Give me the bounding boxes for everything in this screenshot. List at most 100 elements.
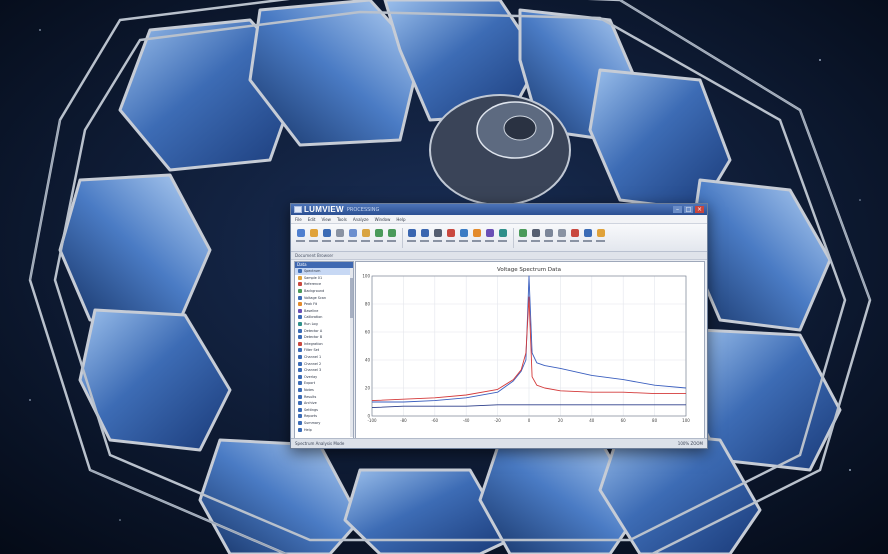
x-tick-label: 0	[528, 418, 531, 423]
help-button[interactable]	[595, 228, 606, 247]
fit-button[interactable]	[471, 228, 482, 247]
cut-button[interactable]	[334, 228, 345, 247]
dataset-icon	[298, 269, 302, 274]
data-tree-item[interactable]: Settings	[295, 406, 353, 413]
toolbar-button-label	[433, 240, 442, 242]
print-button[interactable]	[530, 228, 541, 247]
menu-analyze[interactable]: Analyze	[353, 217, 369, 222]
data-tree-item[interactable]: Integration	[295, 341, 353, 348]
data-tree-item[interactable]: Background	[295, 288, 353, 295]
zoom-out-icon	[420, 229, 429, 237]
paste-icon	[361, 229, 370, 237]
data-tree-item-label: Background	[304, 289, 325, 294]
table-icon	[583, 229, 592, 237]
close-button[interactable]: ×	[695, 206, 704, 213]
dataset-icon	[298, 427, 302, 432]
spectrum-chart[interactable]: Voltage Spectrum Data -100 -80 -60 -40 -20 0 20…	[356, 262, 704, 438]
print-icon	[531, 229, 540, 237]
data-tree-item[interactable]: Help	[295, 426, 353, 433]
zoom-in-button[interactable]	[406, 228, 417, 247]
data-tree-item-label: Help	[304, 427, 312, 432]
dataset-icon	[298, 355, 302, 360]
spectrum-app-window: LUMVIEW PROCESSING – □ × File Edit View …	[290, 203, 708, 449]
menu-file[interactable]: File	[295, 217, 302, 222]
data-tree-item[interactable]: Filter Set	[295, 347, 353, 354]
data-tree-item[interactable]: Results	[295, 393, 353, 400]
data-tree-item[interactable]: Calibration	[295, 314, 353, 321]
new-button[interactable]	[295, 228, 306, 247]
copy-button[interactable]	[347, 228, 358, 247]
data-tree-item-label: Results	[304, 394, 317, 399]
data-tree-item[interactable]: Reference	[295, 281, 353, 288]
data-tree-item-label: Overlay	[304, 374, 318, 379]
data-tree-item[interactable]: Detector B	[295, 334, 353, 341]
dataset-icon	[298, 328, 302, 333]
toolbar-button-label	[322, 240, 331, 242]
data-tree-item[interactable]: Detector A	[295, 327, 353, 334]
peak-button[interactable]	[445, 228, 456, 247]
toolbar-button-label	[374, 240, 383, 242]
save-icon	[322, 229, 331, 237]
integrate-icon	[485, 229, 494, 237]
data-tree-item[interactable]: Baseline	[295, 308, 353, 315]
data-tree-item[interactable]: Run Log	[295, 321, 353, 328]
data-tree-item[interactable]: Sample 01	[295, 275, 353, 282]
sidebar-scrollbar[interactable]	[350, 268, 353, 437]
status-text: Spectrum Analysis Mode	[295, 441, 345, 446]
toolbar-button-label	[407, 240, 416, 242]
chart-button[interactable]	[569, 228, 580, 247]
dataset-icon	[298, 315, 302, 320]
sidebar-scroll-thumb[interactable]	[350, 278, 353, 318]
data-tree-item[interactable]: Channel 3	[295, 367, 353, 374]
data-tree-list: Spectrum Sample 01 Reference Background Volt…	[295, 268, 353, 433]
integrate-button[interactable]	[484, 228, 495, 247]
dataset-icon	[298, 407, 302, 412]
toolbar-button-label	[335, 240, 344, 242]
data-tree-item[interactable]: Archive	[295, 400, 353, 407]
dataset-icon	[298, 414, 302, 419]
menu-tools[interactable]: Tools	[337, 217, 347, 222]
menu-window[interactable]: Window	[375, 217, 391, 222]
redo-button[interactable]	[386, 228, 397, 247]
x-tick-label: -60	[432, 418, 439, 423]
dataset-icon	[298, 368, 302, 373]
window-controls: – □ ×	[673, 206, 704, 213]
data-tree-item-label: Channel 3	[304, 368, 322, 373]
menu-edit[interactable]: Edit	[308, 217, 316, 222]
export-button[interactable]	[517, 228, 528, 247]
data-tree-item[interactable]: Voltage Scan	[295, 294, 353, 301]
open-button[interactable]	[308, 228, 319, 247]
baseline-button[interactable]	[458, 228, 469, 247]
data-tree-item[interactable]: Summary	[295, 420, 353, 427]
data-tree-item-label: Channel 1	[304, 355, 322, 360]
data-tree-item[interactable]: Export	[295, 380, 353, 387]
title-bar[interactable]: LUMVIEW PROCESSING – □ ×	[291, 204, 707, 215]
data-tree-item[interactable]: Channel 2	[295, 360, 353, 367]
paste-button[interactable]	[360, 228, 371, 247]
redo-icon	[387, 229, 396, 237]
zoom-out-button[interactable]	[419, 228, 430, 247]
data-tree-item[interactable]: Peak Fit	[295, 301, 353, 308]
menu-help[interactable]: Help	[396, 217, 405, 222]
table-button[interactable]	[582, 228, 593, 247]
cursor-button[interactable]	[432, 228, 443, 247]
filter-icon	[498, 229, 507, 237]
x-tick-label: -20	[494, 418, 501, 423]
data-tree-item[interactable]: Reports	[295, 413, 353, 420]
data-tree-item-label: Reference	[304, 282, 322, 287]
settings-button[interactable]	[556, 228, 567, 247]
minimize-button[interactable]: –	[673, 206, 682, 213]
grid-button[interactable]	[543, 228, 554, 247]
data-tree-item[interactable]: Channel 1	[295, 354, 353, 361]
undo-button[interactable]	[373, 228, 384, 247]
maximize-button[interactable]: □	[684, 206, 693, 213]
menu-view[interactable]: View	[321, 217, 331, 222]
y-tick-label: 80	[365, 301, 371, 306]
data-tree-item[interactable]: Spectrum	[295, 268, 353, 275]
y-tick-label: 40	[365, 357, 371, 362]
data-tree-item[interactable]: Notes	[295, 387, 353, 394]
save-button[interactable]	[321, 228, 332, 247]
filter-button[interactable]	[497, 228, 508, 247]
data-tree-item[interactable]: Overlay	[295, 374, 353, 381]
plot-panel[interactable]: Voltage Spectrum Data -100 -80 -60 -40 -20 0 20…	[355, 261, 705, 439]
